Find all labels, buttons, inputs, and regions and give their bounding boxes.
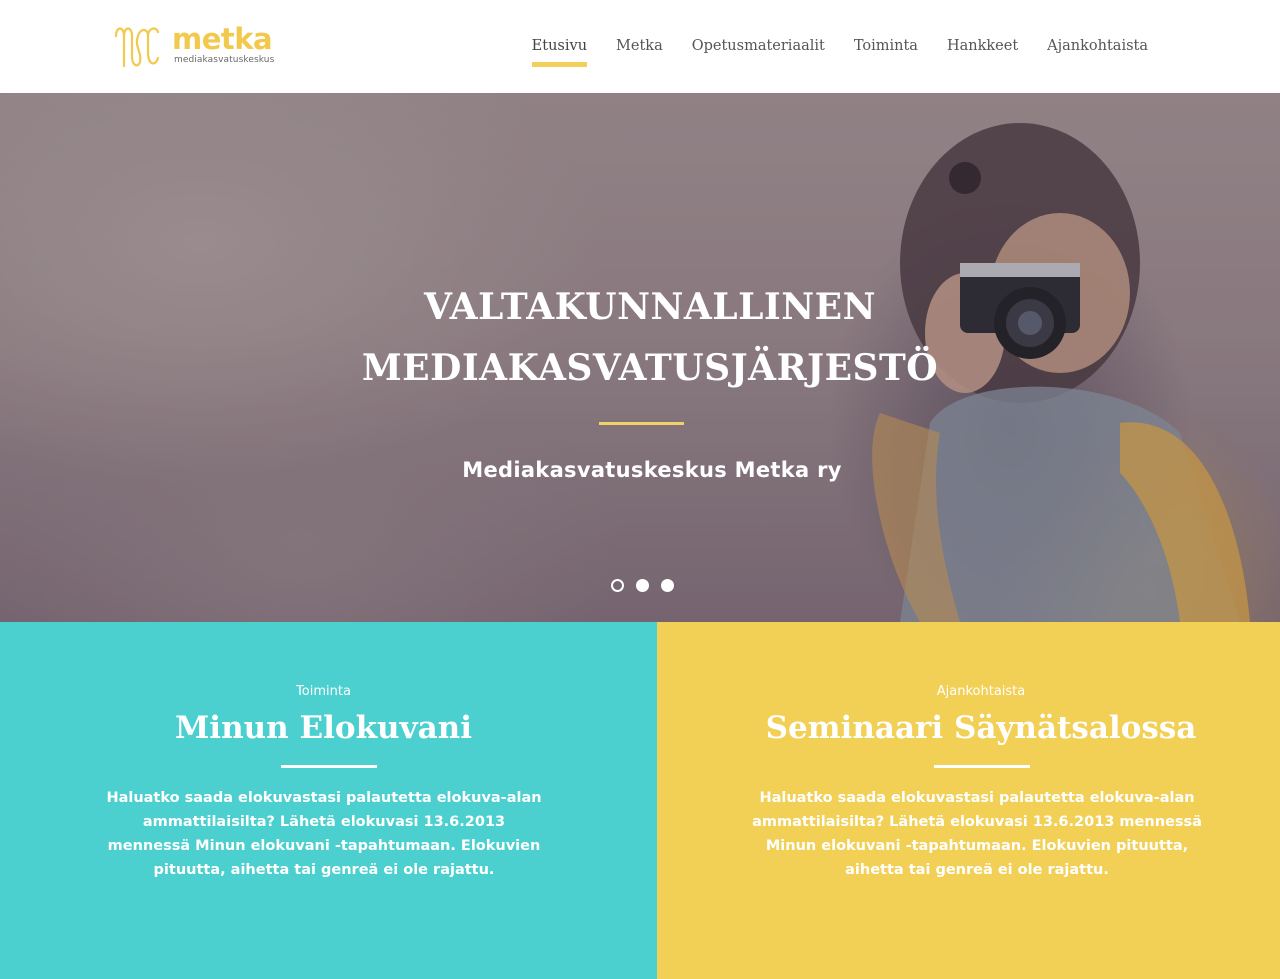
brand-name: metka: [172, 22, 273, 56]
nav-item-metka[interactable]: Metka: [616, 38, 663, 68]
feature-panel-toiminta[interactable]: Toiminta Minun Elokuvani Haluatko saada …: [0, 622, 657, 979]
slider-dot-3[interactable]: [661, 579, 674, 592]
hero-subtitle: Mediakasvatuskeskus Metka ry: [462, 458, 842, 482]
logo-link[interactable]: metka mediakasvatuskeskus: [112, 22, 275, 70]
panel-title[interactable]: Minun Elokuvani: [0, 710, 657, 746]
nav-item-ajankohtaista[interactable]: Ajankohtaista: [1047, 38, 1148, 68]
hero-slider: VALTAKUNNALLINEN MEDIAKASVATUSJÄRJESTÖ M…: [0, 93, 1280, 622]
site-header: metka mediakasvatuskeskus Etusivu Metka …: [0, 0, 1280, 93]
main-nav: Etusivu Metka Opetusmateriaalit Toiminta…: [503, 38, 1148, 68]
panel-text: Haluatko saada elokuvastasi palautetta e…: [752, 790, 1202, 878]
feature-panel-ajankohtaista[interactable]: Ajankohtaista Seminaari Säynätsalossa Ha…: [657, 622, 1280, 979]
slider-dot-1[interactable]: [611, 579, 624, 592]
hero-title-line2: MEDIAKASVATUSJÄRJESTÖ: [361, 347, 939, 389]
metka-logo-icon: [114, 27, 160, 68]
nav-item-hankkeet[interactable]: Hankkeet: [947, 38, 1018, 68]
brand-tagline: mediakasvatuskeskus: [174, 55, 275, 65]
panel-category[interactable]: Toiminta: [0, 684, 657, 699]
panel-divider: [281, 765, 377, 768]
nav-item-toiminta[interactable]: Toiminta: [854, 38, 918, 68]
nav-item-etusivu[interactable]: Etusivu: [531, 38, 588, 68]
panel-text: Haluatko saada elokuvastasi palautetta e…: [106, 790, 542, 878]
hero-title-line1: VALTAKUNNALLINEN: [423, 286, 877, 328]
panel-title[interactable]: Seminaari Säynätsalossa: [681, 710, 1280, 746]
panel-divider: [934, 765, 1030, 768]
hero-divider: [599, 422, 684, 425]
slider-pagination: [611, 579, 674, 592]
slider-dot-2[interactable]: [636, 579, 649, 592]
nav-item-opetusmateriaalit[interactable]: Opetusmateriaalit: [692, 38, 825, 68]
panel-category[interactable]: Ajankohtaista: [681, 684, 1280, 699]
